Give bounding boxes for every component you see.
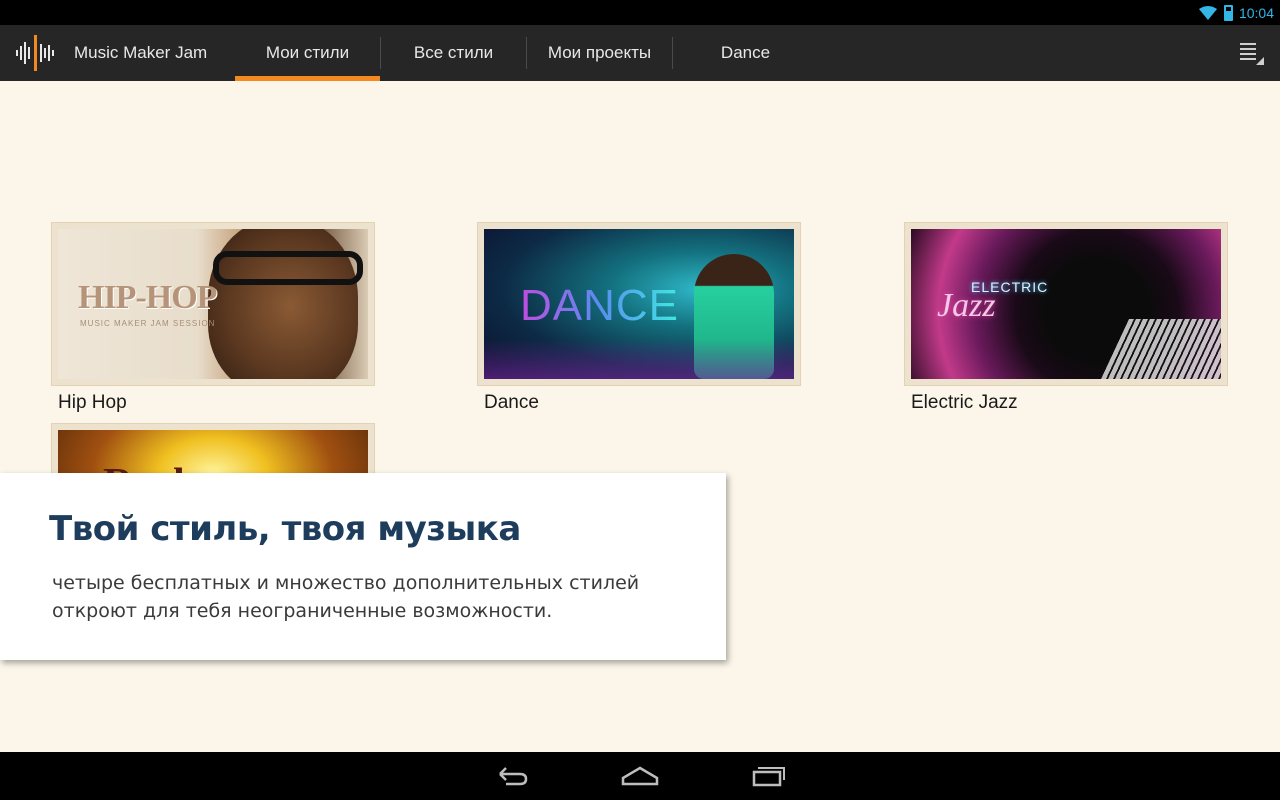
- art-title: HIP-HOP: [78, 279, 217, 316]
- art-subtitle: MUSIC MAKER JAM SESSION: [80, 319, 216, 328]
- clock: 10:04: [1238, 4, 1274, 21]
- card-frame: ELECTRIC Jazz: [904, 222, 1228, 386]
- style-card-label: Hip Hop: [58, 392, 127, 413]
- tab-label: Мои стили: [265, 43, 350, 62]
- back-icon[interactable]: [492, 762, 532, 790]
- style-card-label: Electric Jazz: [911, 392, 1018, 413]
- app-logo-icon[interactable]: [14, 35, 60, 71]
- promo-text: четыре бесплатных и множество дополнител…: [52, 572, 640, 622]
- recent-apps-icon[interactable]: [748, 762, 788, 790]
- tab-all-styles[interactable]: Все стили: [381, 25, 526, 81]
- overflow-menu-icon[interactable]: [1238, 39, 1264, 67]
- style-artwork: HIP-HOP MUSIC MAKER JAM SESSION: [58, 229, 368, 379]
- card-frame: DANCE: [477, 222, 801, 386]
- style-artwork: DANCE: [484, 229, 794, 379]
- style-card-dance[interactable]: DANCE Dance: [477, 222, 801, 414]
- style-artwork: ELECTRIC Jazz: [911, 229, 1221, 379]
- tab-my-projects[interactable]: Мои проекты: [527, 25, 672, 81]
- tab-bar: Мои стили Все стили Мои проекты Dance: [235, 25, 818, 81]
- status-icons: 10:04: [1198, 0, 1274, 25]
- style-card-label: Dance: [484, 392, 539, 413]
- promo-title: Твой стиль, твоя музыка: [49, 509, 521, 549]
- art-script: Jazz: [937, 287, 996, 324]
- card-frame: HIP-HOP MUSIC MAKER JAM SESSION: [51, 222, 375, 386]
- home-icon[interactable]: [620, 762, 660, 790]
- promo-banner: Твой стиль, твоя музыка четыре бесплатны…: [0, 473, 726, 660]
- art-title: DANCE: [520, 281, 680, 330]
- tab-label: Dance: [720, 43, 771, 62]
- status-bar: 10:04: [0, 0, 1280, 25]
- tab-label: Все стили: [413, 43, 494, 62]
- battery-icon: [1223, 4, 1233, 21]
- app-title: Music Maker Jam: [74, 43, 208, 62]
- tab-dance[interactable]: Dance: [673, 25, 818, 81]
- action-bar: Music Maker Jam Мои стили Все стили Мои …: [0, 25, 1280, 81]
- navigation-bar: [0, 752, 1280, 800]
- tab-my-styles[interactable]: Мои стили: [235, 25, 380, 81]
- tab-label: Мои проекты: [547, 43, 652, 62]
- style-card-electric-jazz[interactable]: ELECTRIC Jazz Electric Jazz: [904, 222, 1228, 414]
- wifi-icon: [1198, 5, 1217, 20]
- style-card-hip-hop[interactable]: HIP-HOP MUSIC MAKER JAM SESSION Hip Hop: [51, 222, 375, 414]
